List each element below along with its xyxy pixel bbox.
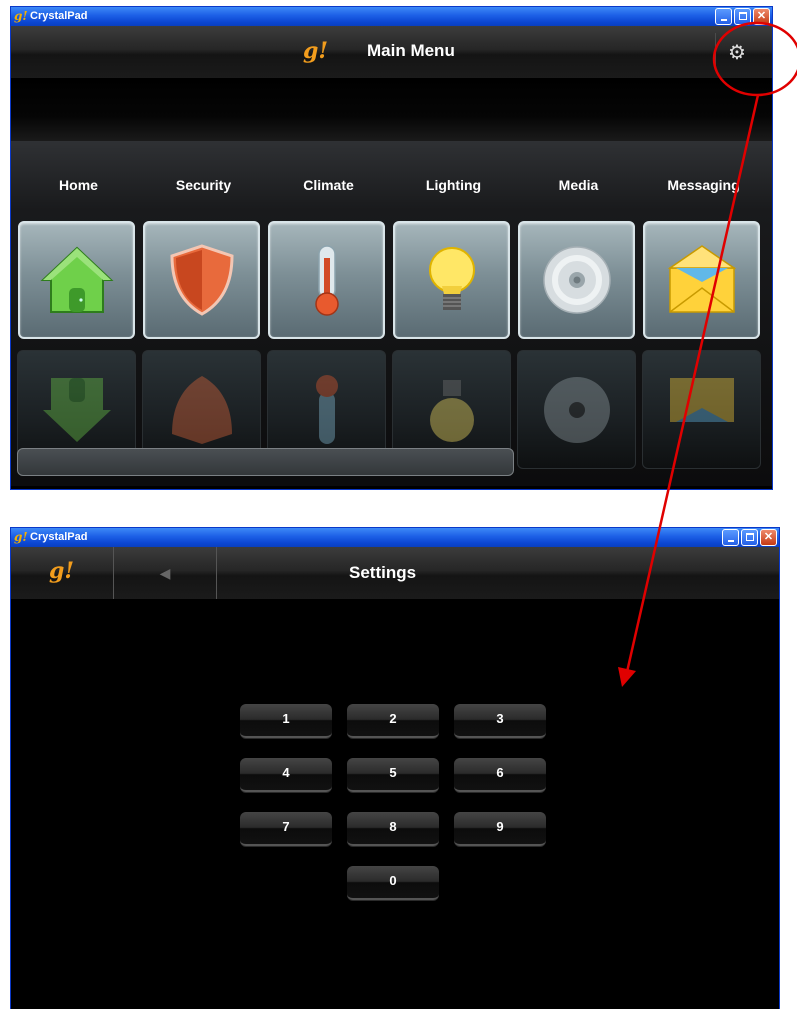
- close-button[interactable]: ✕: [753, 8, 770, 25]
- messaging-tile[interactable]: [643, 221, 760, 339]
- key-4[interactable]: 4: [240, 758, 332, 792]
- back-button[interactable]: ◀: [114, 547, 217, 599]
- house-icon: [39, 246, 114, 313]
- app-header: g! Main Menu: [11, 26, 772, 79]
- disc-icon: [542, 246, 611, 314]
- key-2[interactable]: 2: [347, 704, 439, 738]
- key-0[interactable]: 0: [347, 866, 439, 900]
- window-title: CrystalPad: [30, 10, 88, 22]
- maximize-button[interactable]: [734, 8, 751, 25]
- light-bulb-icon: [428, 247, 475, 310]
- key-5[interactable]: 5: [347, 758, 439, 792]
- horizontal-scrollbar[interactable]: [17, 448, 514, 476]
- home-logo-button[interactable]: g!: [11, 547, 114, 599]
- media-tile-reflection: [517, 350, 636, 469]
- main-menu-window: g! CrystalPad ✕ g! Main Menu ⚙ Home Secu…: [10, 6, 773, 490]
- close-button[interactable]: ✕: [760, 529, 777, 546]
- climate-tile[interactable]: [268, 221, 385, 339]
- title-bar: g! CrystalPad ✕: [11, 7, 772, 26]
- app-icon: g!: [14, 530, 28, 544]
- shield-icon: [169, 244, 234, 316]
- key-1[interactable]: 1: [240, 704, 332, 738]
- settings-window: g! CrystalPad ✕ g! ◀ Settings 1 2 3 4 5 …: [10, 527, 780, 1009]
- messaging-tile-reflection: [642, 350, 761, 469]
- security-tile[interactable]: [143, 221, 260, 339]
- maximize-button[interactable]: [741, 529, 758, 546]
- app-icon: g!: [14, 9, 28, 23]
- page-title: Main Menu: [367, 41, 455, 60]
- minimize-button[interactable]: [715, 8, 732, 25]
- logo[interactable]: g!: [303, 38, 328, 64]
- home-tile[interactable]: [18, 221, 135, 339]
- title-bar: g! CrystalPad ✕: [11, 528, 779, 547]
- category-label-climate: Climate: [303, 177, 354, 193]
- key-9[interactable]: 9: [454, 812, 546, 846]
- category-label-media: Media: [558, 177, 599, 193]
- settings-button[interactable]: ⚙: [715, 33, 758, 71]
- header-shadow: [11, 79, 772, 141]
- key-6[interactable]: 6: [454, 758, 546, 792]
- minimize-button[interactable]: [722, 529, 739, 546]
- page-title: Settings: [349, 563, 417, 582]
- category-label-home: Home: [59, 177, 98, 193]
- key-3[interactable]: 3: [454, 704, 546, 738]
- category-label-lighting: Lighting: [425, 177, 482, 193]
- window-title: CrystalPad: [30, 531, 88, 543]
- logo: g!: [49, 558, 75, 584]
- lighting-tile[interactable]: [393, 221, 510, 339]
- app-header: g! ◀ Settings: [11, 547, 779, 600]
- category-label-messaging: Messaging: [667, 177, 740, 193]
- gear-icon: ⚙: [728, 41, 746, 64]
- media-tile[interactable]: [518, 221, 635, 339]
- category-label-security: Security: [175, 177, 232, 193]
- back-arrow-icon: ◀: [159, 565, 171, 581]
- thermometer-icon: [314, 245, 339, 316]
- key-8[interactable]: 8: [347, 812, 439, 846]
- envelope-icon: [667, 245, 736, 313]
- key-7[interactable]: 7: [240, 812, 332, 846]
